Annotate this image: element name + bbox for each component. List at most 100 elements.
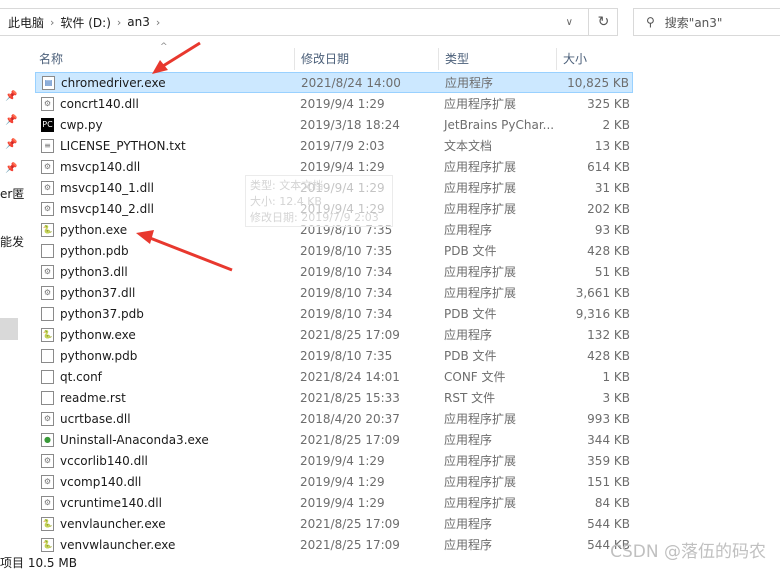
file-size: 9,316 KB bbox=[575, 306, 630, 321]
file-type: CONF 文件 bbox=[444, 370, 506, 384]
file-size: 3 KB bbox=[602, 390, 630, 405]
file-file-icon bbox=[41, 369, 54, 384]
tooltip-date: 修改日期: 2019/7/9 2:03 bbox=[250, 211, 379, 224]
pin-icon[interactable]: 📌 bbox=[5, 115, 17, 126]
file-type: 应用程序 bbox=[444, 223, 493, 237]
file-row[interactable]: ⚙ ucrtbase.dll 2018/4/20 20:37 应用程序扩展 99… bbox=[35, 408, 633, 429]
file-size: 325 KB bbox=[587, 96, 630, 111]
file-type: 应用程序 bbox=[444, 328, 493, 342]
breadcrumb-folder[interactable]: an3 bbox=[127, 15, 150, 29]
file-file-icon bbox=[41, 243, 54, 258]
file-size: 544 KB bbox=[587, 516, 630, 531]
dll-file-icon: ⚙ bbox=[41, 96, 54, 111]
chevron-right-icon: › bbox=[50, 15, 55, 29]
file-type: 应用程序扩展 bbox=[444, 181, 517, 195]
file-row[interactable]: readme.rst 2021/8/25 15:33 RST 文件 3 KB bbox=[35, 387, 633, 408]
file-type: 应用程序扩展 bbox=[444, 475, 517, 489]
file-name: python.exe bbox=[60, 222, 128, 237]
breadcrumb-this-pc[interactable]: 此电脑 bbox=[8, 14, 44, 31]
sidebar-item[interactable]: er匿 bbox=[0, 185, 24, 202]
file-date: 2019/3/18 18:24 bbox=[300, 117, 400, 132]
file-row[interactable]: 🐍 venvlauncher.exe 2021/8/25 17:09 应用程序 … bbox=[35, 513, 633, 534]
python-file-icon: 🐍 bbox=[41, 327, 54, 342]
file-row[interactable]: ⚙ python37.dll 2019/8/10 7:34 应用程序扩展 3,6… bbox=[35, 282, 633, 303]
file-name: venvwlauncher.exe bbox=[60, 537, 176, 552]
refresh-button[interactable]: ↻ bbox=[588, 8, 618, 36]
file-row[interactable]: pythonw.pdb 2019/8/10 7:35 PDB 文件 428 KB bbox=[35, 345, 633, 366]
pin-icon[interactable]: 📌 bbox=[5, 91, 17, 102]
file-type: 文本文档 bbox=[444, 139, 493, 153]
search-input[interactable]: ⚲ 搜索"an3" bbox=[633, 8, 780, 36]
file-date: 2021/8/24 14:00 bbox=[301, 75, 401, 90]
sidebar-item[interactable]: 能发 bbox=[0, 233, 24, 250]
file-size: 344 KB bbox=[587, 432, 630, 447]
exe-file-icon: ▤ bbox=[42, 75, 55, 90]
address-bar[interactable]: 此电脑 › 软件 (D:) › an3 › ∨ bbox=[0, 8, 618, 36]
file-type: JetBrains PyChar... bbox=[444, 117, 555, 132]
file-row[interactable]: python.pdb 2019/8/10 7:35 PDB 文件 428 KB bbox=[35, 240, 633, 261]
tooltip: 类型: 文本文档 大小: 12.4 KB 修改日期: 2019/7/9 2:03 bbox=[245, 175, 393, 227]
file-name: python37.dll bbox=[60, 285, 136, 300]
file-type: 应用程序扩展 bbox=[444, 202, 517, 216]
column-date[interactable]: 修改日期 bbox=[295, 48, 439, 70]
file-size: 10,825 KB bbox=[567, 75, 629, 90]
file-type: 应用程序扩展 bbox=[444, 412, 517, 426]
file-row[interactable]: ▤ chromedriver.exe 2021/8/24 14:00 应用程序 … bbox=[35, 72, 633, 93]
pin-icon[interactable]: 📌 bbox=[5, 163, 17, 174]
column-name[interactable]: 名称 bbox=[33, 48, 295, 70]
file-row[interactable]: ⚙ vcomp140.dll 2019/9/4 1:29 应用程序扩展 151 … bbox=[35, 471, 633, 492]
file-name: LICENSE_PYTHON.txt bbox=[60, 138, 186, 153]
file-row[interactable]: PC cwp.py 2019/3/18 18:24 JetBrains PyCh… bbox=[35, 114, 633, 135]
file-row[interactable]: ⚙ msvcp140.dll 2019/9/4 1:29 应用程序扩展 614 … bbox=[35, 156, 633, 177]
file-size: 428 KB bbox=[587, 348, 630, 363]
breadcrumb-drive[interactable]: 软件 (D:) bbox=[60, 14, 110, 31]
file-row[interactable]: ≡ LICENSE_PYTHON.txt 2019/7/9 2:03 文本文档 … bbox=[35, 135, 633, 156]
column-size[interactable]: 大小 bbox=[557, 48, 633, 70]
file-size: 151 KB bbox=[587, 474, 630, 489]
pycharm-file-icon: PC bbox=[41, 117, 54, 132]
file-type: RST 文件 bbox=[444, 391, 496, 405]
file-date: 2019/8/10 7:34 bbox=[300, 306, 393, 321]
file-row[interactable]: 🐍 pythonw.exe 2021/8/25 17:09 应用程序 132 K… bbox=[35, 324, 633, 345]
file-name: msvcp140.dll bbox=[60, 159, 141, 174]
file-date: 2021/8/25 17:09 bbox=[300, 516, 400, 531]
file-row[interactable]: ⚙ vccorlib140.dll 2019/9/4 1:29 应用程序扩展 3… bbox=[35, 450, 633, 471]
file-name: readme.rst bbox=[60, 390, 126, 405]
file-row[interactable]: python37.pdb 2019/8/10 7:34 PDB 文件 9,316… bbox=[35, 303, 633, 324]
file-type: 应用程序扩展 bbox=[444, 160, 517, 174]
column-header: 名称 修改日期 类型 大小 bbox=[33, 48, 633, 70]
dll-file-icon: ⚙ bbox=[41, 264, 54, 279]
file-name: python3.dll bbox=[60, 264, 128, 279]
file-name: python.pdb bbox=[60, 243, 129, 258]
file-size: 1 KB bbox=[602, 369, 630, 384]
dll-file-icon: ⚙ bbox=[41, 495, 54, 510]
file-size: 51 KB bbox=[594, 264, 630, 279]
dll-file-icon: ⚙ bbox=[41, 159, 54, 174]
file-date: 2021/8/25 15:33 bbox=[300, 390, 400, 405]
sidebar-selected-item[interactable] bbox=[0, 318, 18, 340]
pin-icon[interactable]: 📌 bbox=[5, 139, 17, 150]
search-icon: ⚲ bbox=[646, 15, 655, 29]
chevron-right-icon: › bbox=[116, 15, 122, 29]
file-row[interactable]: ⚙ concrt140.dll 2019/9/4 1:29 应用程序扩展 325… bbox=[35, 93, 633, 114]
txt-file-icon: ≡ bbox=[41, 138, 54, 153]
file-row[interactable]: ● Uninstall-Anaconda3.exe 2021/8/25 17:0… bbox=[35, 429, 633, 450]
file-date: 2019/9/4 1:29 bbox=[300, 453, 385, 468]
file-file-icon bbox=[41, 306, 54, 321]
file-row[interactable]: ⚙ python3.dll 2019/8/10 7:34 应用程序扩展 51 K… bbox=[35, 261, 633, 282]
chevron-down-icon[interactable]: ∨ bbox=[566, 17, 573, 28]
file-name: qt.conf bbox=[60, 369, 102, 384]
dll-file-icon: ⚙ bbox=[41, 411, 54, 426]
file-file-icon bbox=[41, 348, 54, 363]
file-date: 2021/8/25 17:09 bbox=[300, 432, 400, 447]
file-row[interactable]: qt.conf 2021/8/24 14:01 CONF 文件 1 KB bbox=[35, 366, 633, 387]
file-size: 614 KB bbox=[587, 159, 630, 174]
column-type[interactable]: 类型 bbox=[439, 48, 557, 70]
search-placeholder: 搜索"an3" bbox=[664, 15, 723, 30]
file-row[interactable]: 🐍 venvwlauncher.exe 2021/8/25 17:09 应用程序… bbox=[35, 534, 633, 555]
file-row[interactable]: ⚙ vcruntime140.dll 2019/9/4 1:29 应用程序扩展 … bbox=[35, 492, 633, 513]
file-type: 应用程序扩展 bbox=[444, 454, 517, 468]
file-date: 2019/9/4 1:29 bbox=[300, 96, 385, 111]
tooltip-size: 大小: 12.4 KB bbox=[250, 195, 322, 208]
file-type: 应用程序扩展 bbox=[444, 496, 517, 510]
